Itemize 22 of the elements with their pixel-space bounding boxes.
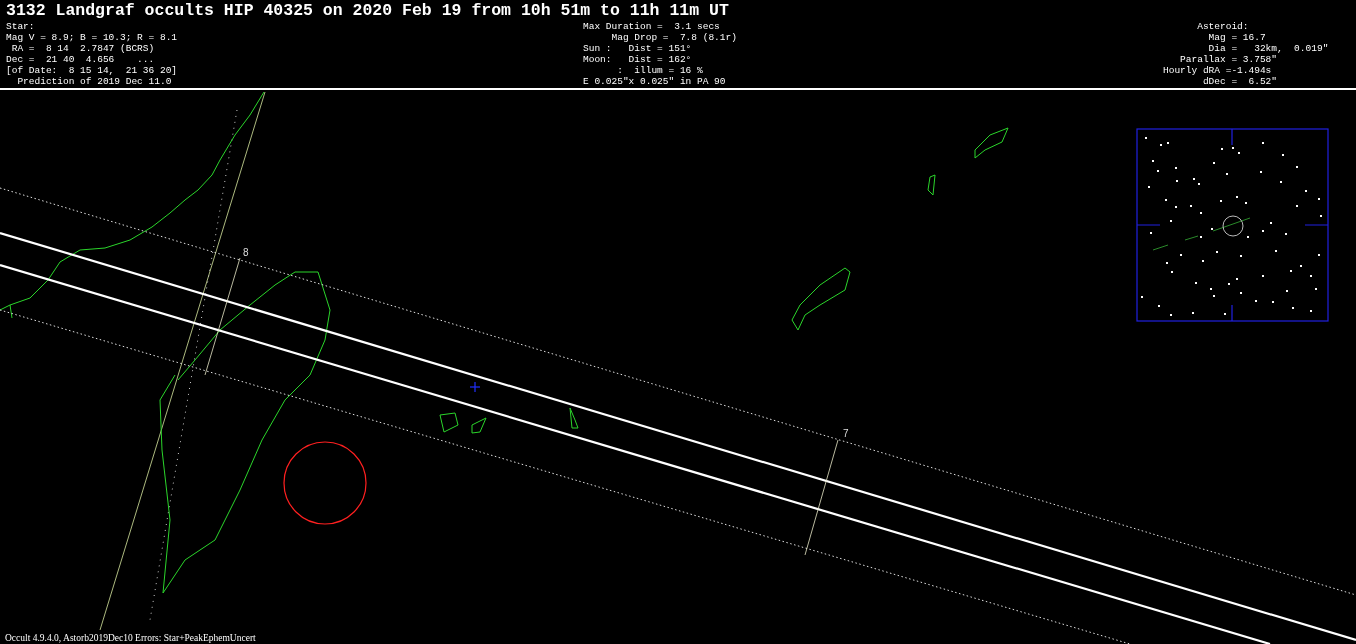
star-info-line: RA = 8 14 2.7847 (BCRS) <box>10 43 156 54</box>
event-info-line: Moon: Dist = 162° <box>583 54 693 65</box>
event-info-line: Max Duration = 3.1 secs <box>583 21 721 32</box>
star-info-line: Star: <box>6 21 36 32</box>
asteroid-info-line: dDec = 6.52" <box>1201 76 1279 87</box>
asteroid-info-line: Mag = 16.7 <box>1207 32 1267 43</box>
time-label: 7 <box>843 428 849 439</box>
star-info-line: Dec = 21 40 4.656 ... <box>6 54 156 65</box>
footer-info-text: Occult 4.9.4.0, Astorb2019Dec10 Errors: Star+PeakEphemUncert <box>5 633 256 643</box>
asteroid-info-line: Asteroid: <box>1196 21 1250 32</box>
event-title: 3132 Landgraf occults HIP 40325 on 2020 Feb 19 from 10h 51m to 11h 11m UT <box>6 0 730 21</box>
asteroid-info-line: Dia = 32km, 0.019" <box>1207 43 1329 54</box>
star-info-line: [of Date: 8 15 14, 21 36 20] <box>6 65 179 76</box>
star-info-line: Prediction of 2019 Dec 11.0 <box>16 76 173 87</box>
star-info-line: Mag V = 8.9; B = 10.3; R = 8.1 <box>6 32 179 43</box>
center-cross-icon <box>469 381 481 393</box>
event-info-line: Sun : Dist = 151° <box>583 43 693 54</box>
event-info-line: E 0.025"x 0.025" in PA 90 <box>583 76 727 87</box>
asteroid-info-line: Parallax = 3.758" <box>1179 54 1279 65</box>
asteroid-info-line: Hourly dRA =-1.494s <box>1163 65 1273 76</box>
time-label: 8 <box>243 247 249 258</box>
event-info-line: Mag Drop = 7.8 (8.1r) <box>610 32 738 43</box>
